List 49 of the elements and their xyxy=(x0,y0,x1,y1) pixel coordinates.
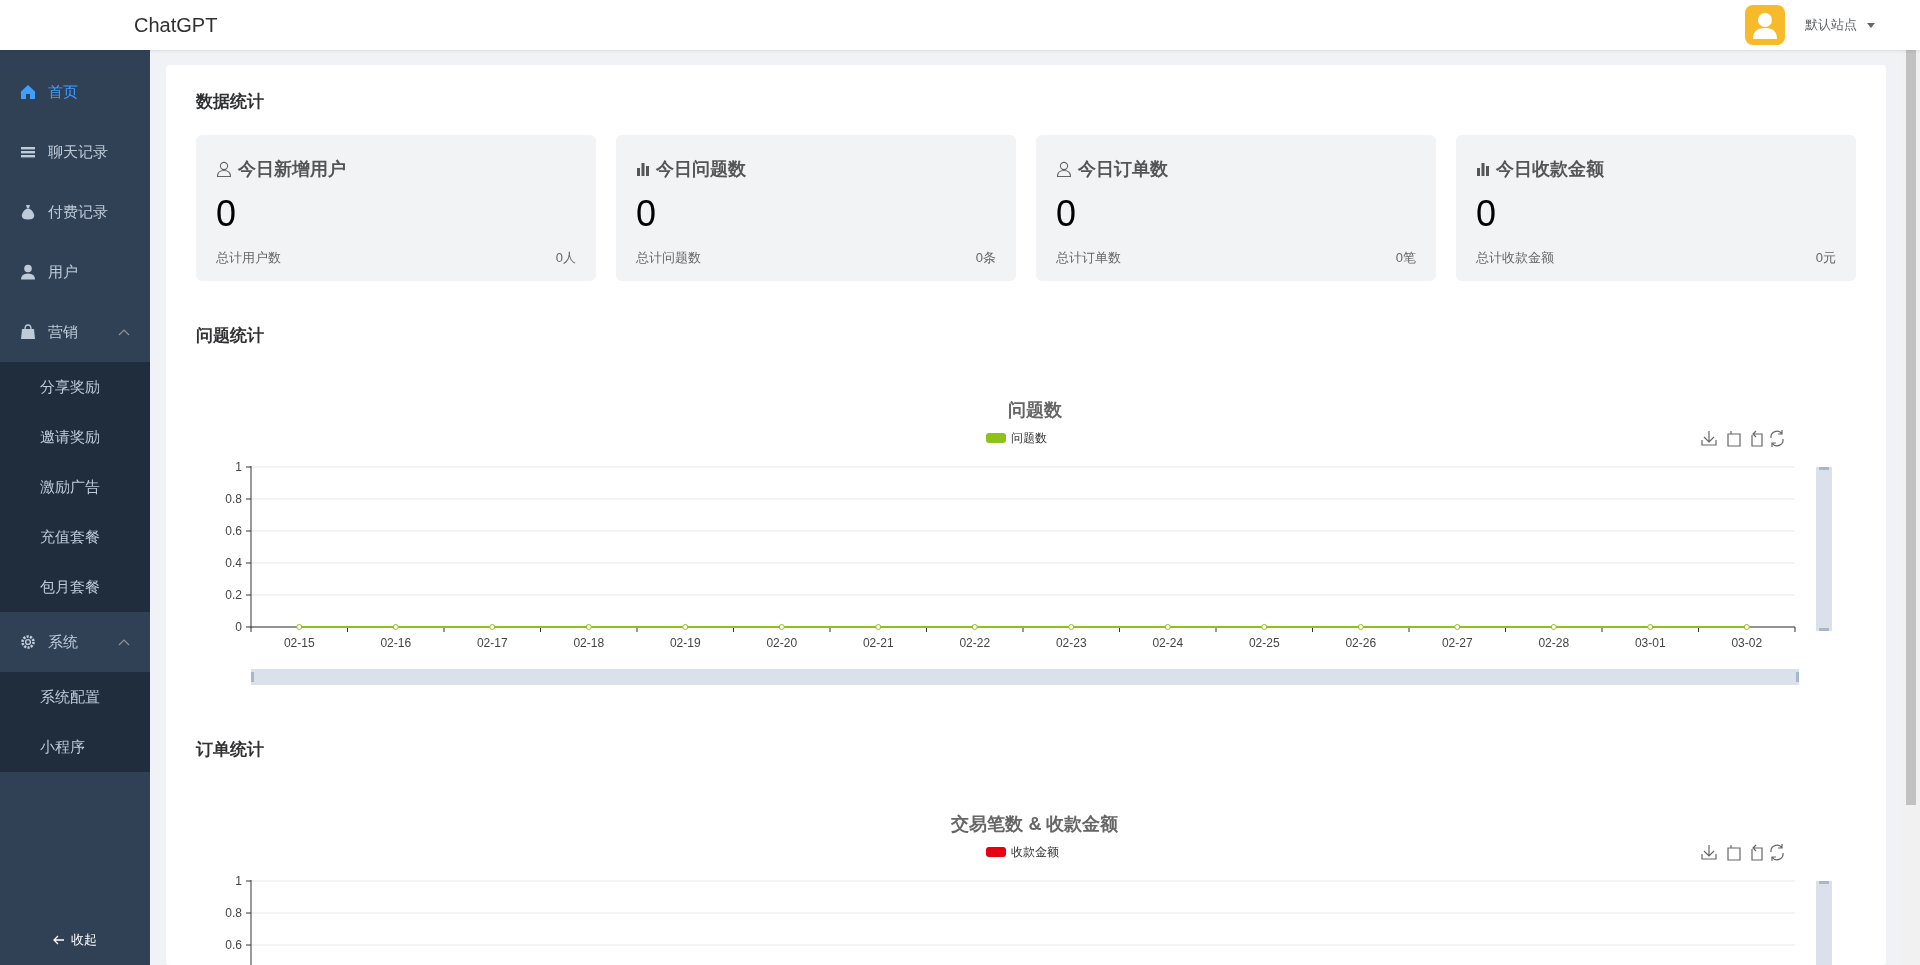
stat-value: 0 xyxy=(1056,193,1078,235)
y-axis-label: 0.8 xyxy=(225,492,242,506)
y-axis-label: 1 xyxy=(235,874,242,888)
legend-label: 收款金额 xyxy=(1011,845,1059,859)
y-axis-label: 0 xyxy=(235,620,242,634)
stat-title: 今日收款金额 xyxy=(1496,158,1604,181)
y-axis-label: 0.4 xyxy=(225,556,242,570)
app-logo-text: ChatGPT xyxy=(134,13,218,37)
x-axis-label: 02-26 xyxy=(1345,636,1377,650)
stat-value: 0 xyxy=(216,193,238,235)
x-axis-label: 02-28 xyxy=(1538,636,1570,650)
stat-total-label: 总计用户数 xyxy=(216,249,281,267)
section-heading: 问题统计 xyxy=(196,325,265,347)
y-axis-label: 0.6 xyxy=(225,524,242,538)
y-axis-label: 1 xyxy=(235,460,242,474)
stat-total-value: 0人 xyxy=(555,249,576,267)
stat-total-label: 总计订单数 xyxy=(1056,249,1121,267)
stat-total-value: 0条 xyxy=(975,249,996,267)
x-axis-label: 02-25 xyxy=(1248,636,1280,650)
x-axis-label: 03-02 xyxy=(1731,636,1763,650)
x-axis-label: 02-19 xyxy=(669,636,701,650)
stat-title: 今日问题数 xyxy=(656,158,746,181)
x-axis-label: 02-18 xyxy=(573,636,605,650)
x-axis-label: 02-15 xyxy=(283,636,315,650)
stat-total-label: 总计问题数 xyxy=(636,249,701,267)
x-axis-label: 02-20 xyxy=(766,636,798,650)
x-axis-label: 02-27 xyxy=(1441,636,1473,650)
section-heading: 数据统计 xyxy=(196,91,265,113)
y-axis-label: 0.2 xyxy=(225,588,242,602)
x-axis-label: 02-17 xyxy=(476,636,508,650)
stat-title: 今日订单数 xyxy=(1078,158,1168,181)
section-heading: 订单统计 xyxy=(196,739,265,761)
x-axis-label: 03-01 xyxy=(1634,636,1666,650)
stat-value: 0 xyxy=(1476,193,1498,235)
stat-total-value: 0元 xyxy=(1815,249,1836,267)
x-axis-label: 02-22 xyxy=(959,636,991,650)
x-axis-label: 02-23 xyxy=(1055,636,1087,650)
stat-value: 0 xyxy=(636,193,658,235)
stat-total-label: 总计收款金额 xyxy=(1476,249,1554,267)
chart-title: 交易笔数 & 收款金额 xyxy=(951,814,1119,834)
legend-label: 问题数 xyxy=(1011,431,1047,445)
x-axis-label: 02-21 xyxy=(862,636,894,650)
y-axis-label: 0.6 xyxy=(225,938,242,952)
stat-title: 今日新增用户 xyxy=(238,158,346,181)
stat-total-value: 0笔 xyxy=(1395,249,1416,267)
x-axis-label: 02-16 xyxy=(380,636,412,650)
x-axis-label: 02-24 xyxy=(1152,636,1184,650)
y-axis-label: 0.8 xyxy=(225,906,242,920)
chart-title: 问题数 xyxy=(1008,400,1062,420)
